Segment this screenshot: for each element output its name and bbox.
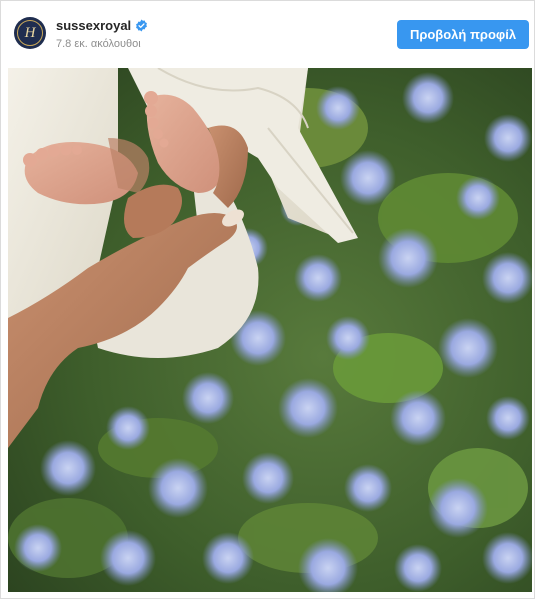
post-photo-illustration [8, 68, 532, 592]
verified-badge-icon [136, 19, 148, 32]
view-profile-button[interactable]: Προβολή προφίλ [397, 20, 529, 49]
username-link[interactable]: sussexroyal [56, 18, 131, 33]
username-row: sussexroyal [56, 18, 148, 33]
post-header: H sussexroyal 7.8 εκ. ακόλουθοι Προβολή … [1, 1, 534, 67]
instagram-embed: H sussexroyal 7.8 εκ. ακόλουθοι Προβολή … [0, 0, 535, 599]
post-photo[interactable] [8, 68, 532, 592]
avatar[interactable]: H [14, 17, 46, 49]
follower-count: 7.8 εκ. ακόλουθοι [56, 38, 141, 50]
monogram-h-icon: H [17, 20, 43, 46]
